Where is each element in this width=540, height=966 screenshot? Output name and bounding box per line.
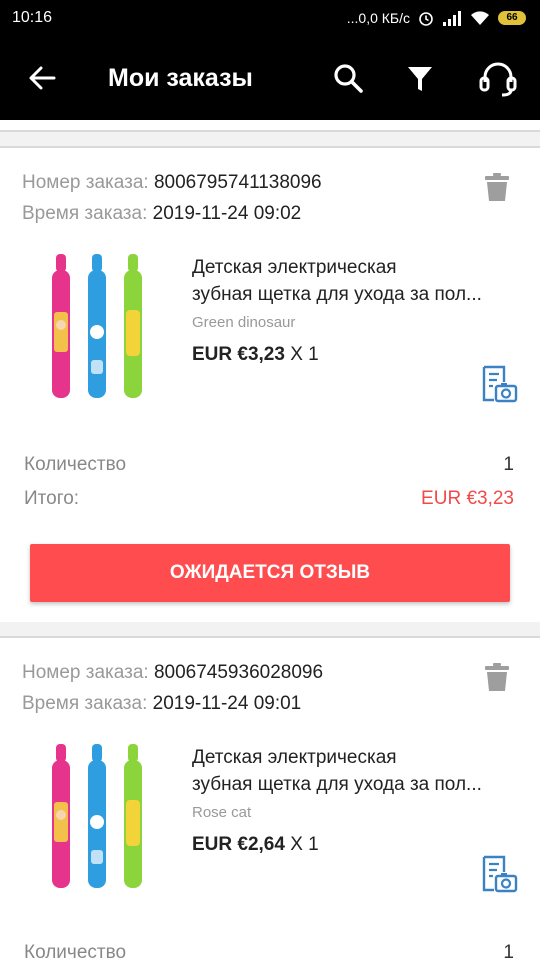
search-icon[interactable] [330,60,366,96]
product-title-line1[interactable]: Детская электрическая [192,254,514,281]
review-photo-icon[interactable] [478,854,518,894]
total-label: Итого: [24,488,80,509]
product-multiplier: X 1 [290,344,319,365]
status-bar: 10:16 ...0,0 КБ/с 66 [0,0,540,36]
order-time-value: 2019-11-24 09:02 [152,203,302,224]
order-number-value: 8006795741138096 [153,172,322,193]
product-multiplier: X 1 [290,834,319,855]
alarm-icon [419,12,433,26]
product-variant: Rose cat [192,804,252,821]
product-price: EUR €2,64 [192,834,285,855]
order-card: Номер заказа: 8006745936028096 Время зак… [0,636,540,966]
quantity-label: Количество [24,942,127,963]
previous-card-edge [0,120,540,132]
order-number-value: 8006745936028096 [153,662,324,683]
order-time-label: Время заказа: [22,203,148,224]
product-price: EUR €3,23 [192,344,285,365]
status-indicators: ...0,0 КБ/с 66 [347,10,526,26]
awaiting-review-button[interactable]: ОЖИДАЕТСЯ ОТЗЫВ [30,544,510,602]
product-price-row: EUR €3,23 X 1 [192,344,319,366]
total-value: EUR €3,23 [421,488,514,509]
trash-icon[interactable] [484,662,510,692]
quantity-label: Количество [24,454,127,475]
status-time: 10:16 [12,9,53,26]
order-time-row: Время заказа: 2019-11-24 09:01 [22,693,301,715]
network-speed: ...0,0 КБ/с [346,10,410,26]
signal-icon [443,11,461,26]
order-card: Номер заказа: 8006795741138096 Время зак… [0,146,540,622]
page-title: Мои заказы [108,64,253,92]
filter-icon[interactable] [402,60,438,96]
order-number-row: Номер заказа: 8006745936028096 [22,662,323,684]
quantity-value: 1 [503,454,514,475]
wifi-icon [471,11,489,25]
battery-icon: 66 [498,11,526,25]
product-title-line2[interactable]: зубная щетка для ухода за пол... [192,771,514,798]
back-arrow-icon[interactable] [26,62,58,94]
order-time-label: Время заказа: [22,693,148,714]
product-title-line2[interactable]: зубная щетка для ухода за пол... [192,281,514,308]
support-headset-icon[interactable] [478,58,518,98]
order-number-label: Номер заказа: [22,172,149,193]
product-image[interactable] [42,250,152,410]
trash-icon[interactable] [484,172,510,202]
review-photo-icon[interactable] [478,364,518,404]
product-variant: Green dinosaur [192,314,296,331]
product-title-line1[interactable]: Детская электрическая [192,744,514,771]
order-time-value: 2019-11-24 09:01 [152,693,302,714]
order-time-row: Время заказа: 2019-11-24 09:02 [22,203,301,225]
order-number-row: Номер заказа: 8006795741138096 [22,172,322,194]
app-bar: Мои заказы [0,36,540,120]
order-number-label: Номер заказа: [22,662,149,683]
product-price-row: EUR €2,64 X 1 [192,834,319,856]
quantity-value: 1 [503,942,514,963]
product-image[interactable] [42,740,152,900]
